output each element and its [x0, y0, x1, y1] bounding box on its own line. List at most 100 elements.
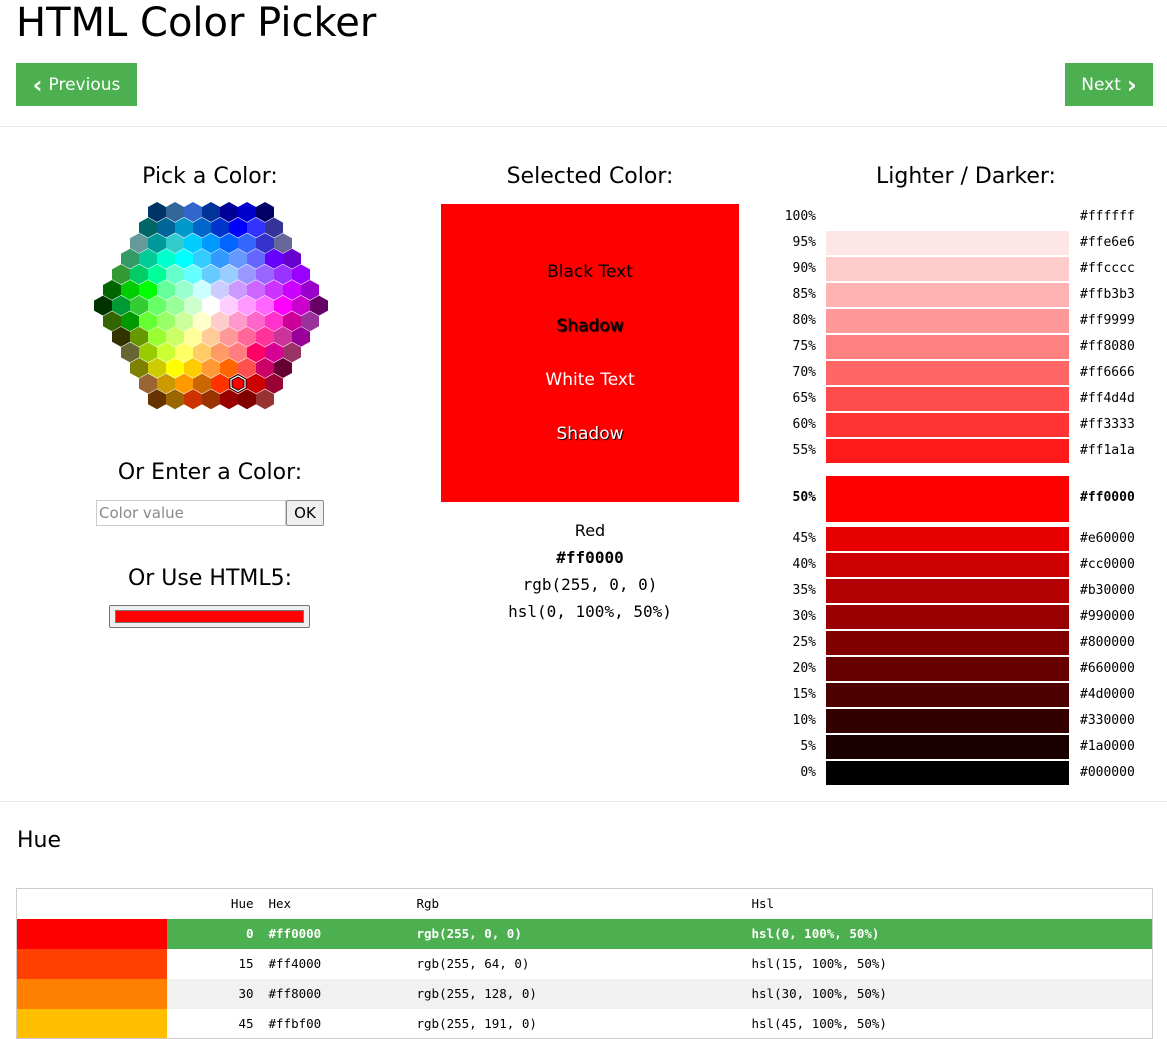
- shade-row[interactable]: 90% #ffcccc: [770, 256, 1160, 282]
- hex-color-cell[interactable]: [202, 233, 220, 254]
- shade-swatch[interactable]: [826, 283, 1069, 307]
- hex-color-cell[interactable]: [229, 311, 247, 332]
- hex-color-cell[interactable]: [130, 295, 148, 316]
- hex-color-cell[interactable]: [247, 248, 265, 269]
- hex-color-cell[interactable]: [238, 295, 256, 316]
- hex-color-cell[interactable]: [103, 280, 121, 300]
- hex-color-cell[interactable]: [148, 358, 166, 378]
- hex-color-cell[interactable]: [193, 311, 211, 332]
- hex-color-cell[interactable]: [130, 358, 148, 378]
- shade-row[interactable]: 30% #990000: [770, 604, 1160, 630]
- hex-color-cell[interactable]: [265, 217, 283, 238]
- hex-color-cell[interactable]: [202, 389, 220, 410]
- hex-color-cell[interactable]: [265, 342, 283, 363]
- shade-row[interactable]: 80% #ff9999: [770, 308, 1160, 334]
- hex-color-cell[interactable]: [238, 358, 256, 378]
- html5-color-input[interactable]: [109, 605, 310, 628]
- hex-color-cell[interactable]: [112, 264, 130, 285]
- hex-color-cell[interactable]: [211, 248, 229, 269]
- hex-color-cell[interactable]: [157, 373, 175, 394]
- hex-color-cell[interactable]: [139, 311, 157, 332]
- hue-table-row[interactable]: 45 #ffbf00 rgb(255, 191, 0) hsl(45, 100%, 5…: [16, 1008, 1153, 1039]
- hex-color-cell[interactable]: [148, 233, 166, 254]
- hex-color-cell[interactable]: [166, 389, 184, 410]
- hex-color-cell[interactable]: [256, 389, 274, 410]
- hex-color-cell[interactable]: [121, 248, 139, 269]
- hex-color-cell[interactable]: [112, 295, 130, 316]
- shade-row[interactable]: 60% #ff3333: [770, 412, 1160, 438]
- hex-color-cell[interactable]: [283, 342, 301, 363]
- hex-color-cell[interactable]: [292, 264, 310, 285]
- hex-color-cell[interactable]: [193, 217, 211, 238]
- hex-color-cell[interactable]: [274, 264, 292, 285]
- hex-color-cell[interactable]: [211, 342, 229, 363]
- shade-swatch[interactable]: [826, 579, 1069, 603]
- hex-color-cell[interactable]: [193, 248, 211, 269]
- hex-color-cell[interactable]: [157, 311, 175, 332]
- shade-swatch[interactable]: [826, 657, 1069, 681]
- shade-row[interactable]: 10% #330000: [770, 708, 1160, 734]
- color-value-input[interactable]: [96, 500, 286, 526]
- shade-swatch[interactable]: [826, 335, 1069, 359]
- shade-row[interactable]: 45% #e60000: [770, 526, 1160, 552]
- hex-color-cell[interactable]: [283, 248, 301, 269]
- hex-color-cell[interactable]: [166, 358, 184, 378]
- shade-swatch[interactable]: [826, 527, 1069, 551]
- hex-color-cell[interactable]: [229, 217, 247, 238]
- hex-color-cell[interactable]: [121, 311, 139, 332]
- shade-swatch[interactable]: [826, 735, 1069, 759]
- shade-swatch[interactable]: [826, 605, 1069, 629]
- hex-color-cell[interactable]: [94, 295, 112, 316]
- hex-color-cell[interactable]: [220, 233, 238, 254]
- hex-color-cell[interactable]: [247, 373, 265, 394]
- hex-color-cell[interactable]: [265, 248, 283, 269]
- hex-color-cell[interactable]: [130, 264, 148, 285]
- hex-color-cell[interactable]: [274, 295, 292, 316]
- shade-swatch[interactable]: [826, 387, 1069, 411]
- hex-color-cell[interactable]: [301, 311, 319, 332]
- hex-color-cell[interactable]: [139, 217, 157, 238]
- hex-color-cell[interactable]: [238, 233, 256, 254]
- hex-color-cell[interactable]: [130, 326, 148, 347]
- hex-color-cell[interactable]: [148, 295, 166, 316]
- hex-color-cell[interactable]: [175, 311, 193, 332]
- shade-row[interactable]: 95% #ffe6e6: [770, 230, 1160, 256]
- shade-swatch[interactable]: [826, 361, 1069, 385]
- hex-color-cell[interactable]: [166, 326, 184, 347]
- shade-row[interactable]: 5% #1a0000: [770, 734, 1160, 760]
- hex-color-cell[interactable]: [238, 389, 256, 410]
- hue-table-row[interactable]: 0 #ff0000 rgb(255, 0, 0) hsl(0, 100%, 50%): [16, 918, 1153, 949]
- hex-color-cell[interactable]: [175, 373, 193, 394]
- hex-color-cell[interactable]: [247, 342, 265, 363]
- previous-button[interactable]: ‹ Previous: [16, 63, 137, 106]
- hex-color-cell[interactable]: [184, 389, 202, 410]
- hex-color-cell[interactable]: [229, 342, 247, 363]
- hex-color-cell[interactable]: [139, 373, 157, 394]
- hex-color-cell[interactable]: [247, 217, 265, 238]
- hex-color-cell[interactable]: [247, 311, 265, 332]
- hex-color-cell[interactable]: [148, 326, 166, 347]
- hex-color-cell[interactable]: [157, 342, 175, 363]
- hex-color-cell[interactable]: [238, 264, 256, 285]
- shade-swatch[interactable]: [826, 413, 1069, 437]
- shade-swatch[interactable]: [826, 683, 1069, 707]
- hex-color-cell[interactable]: [103, 311, 121, 332]
- shade-swatch[interactable]: [826, 476, 1069, 522]
- shade-row[interactable]: 20% #660000: [770, 656, 1160, 682]
- hex-color-cell[interactable]: [274, 358, 292, 378]
- hex-color-cell[interactable]: [301, 280, 319, 300]
- hex-color-cell[interactable]: [211, 373, 229, 394]
- hex-color-cell[interactable]: [292, 295, 310, 316]
- hex-color-cell[interactable]: [238, 326, 256, 347]
- hex-color-cell[interactable]: [256, 295, 274, 316]
- color-hex-map[interactable]: [86, 198, 336, 410]
- hex-color-cell[interactable]: [256, 202, 274, 222]
- hex-color-cell[interactable]: [184, 295, 202, 316]
- hex-color-cell[interactable]: [193, 342, 211, 363]
- shade-swatch[interactable]: [826, 631, 1069, 655]
- hex-color-cell[interactable]: [292, 326, 310, 347]
- hex-color-cell[interactable]: [265, 373, 283, 394]
- hex-color-cell[interactable]: [112, 326, 130, 347]
- shade-swatch[interactable]: [826, 761, 1069, 785]
- hex-color-cell[interactable]: [247, 280, 265, 300]
